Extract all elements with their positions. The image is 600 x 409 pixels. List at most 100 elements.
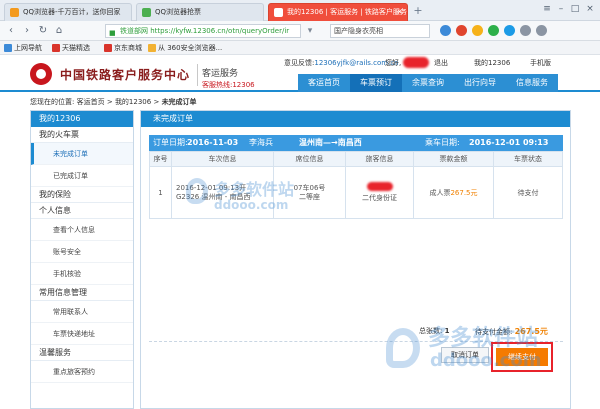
- nav-home[interactable]: 客运首页: [298, 74, 350, 92]
- row-status: 待支付: [493, 166, 563, 219]
- order-date-label: 订单日期:: [153, 138, 188, 147]
- globe-icon: [4, 44, 12, 52]
- sidebar: 我的12306 我的火车票 未完成订单 已完成订单 我的保险 个人信息 查看个人…: [30, 110, 134, 409]
- bookmarks-bar: 上网导航 天猫精选 京东商城 从 360安全浏览器...: [0, 41, 600, 55]
- extension-icon[interactable]: [456, 25, 467, 36]
- maximize-icon[interactable]: □: [568, 3, 582, 15]
- booker-name: 李海兵: [249, 138, 273, 147]
- departure-label: 乘车日期:: [425, 138, 460, 147]
- settings-icon[interactable]: [536, 25, 547, 36]
- folder-icon: [148, 44, 156, 52]
- breadcrumb-current: 未完成订单: [161, 98, 197, 106]
- sidebar-item-finished-orders[interactable]: 已完成订单: [31, 165, 133, 187]
- watermark-url: ddooo.com: [214, 198, 289, 212]
- table-header-row: 序号 车次信息 席位信息 旅客信息 票款金额 车票状态: [149, 151, 563, 167]
- jd-icon: [104, 44, 112, 52]
- redacted-username: [403, 57, 429, 68]
- brand-divider: [197, 64, 198, 86]
- row-passenger-info: 二代身份证: [345, 166, 414, 219]
- watermark-logo-icon: [186, 178, 208, 204]
- route: 温州南—→南昌西: [299, 138, 362, 147]
- sidebar-item-delivery-address[interactable]: 车票快递地址: [31, 323, 133, 345]
- sidebar-item-unfinished-orders[interactable]: 未完成订单: [31, 143, 133, 165]
- watermark-text: 多多软件站: [214, 180, 295, 199]
- col-seat: 席位信息: [273, 151, 346, 167]
- redacted-passenger-name: [366, 182, 393, 191]
- sidebar-section-common-info[interactable]: 常用信息管理: [31, 285, 133, 301]
- tab-qq-home[interactable]: QQ浏览器-千万百计，送你回家: [4, 3, 132, 21]
- departure-time: 2016-12-01 09:13: [469, 138, 549, 147]
- watermark-logo-icon-large: [386, 328, 420, 368]
- order-summary-bar: 订单日期: 2016-11-03 李海兵 温州南—→南昌西 乘车日期: 2016…: [149, 135, 563, 151]
- breadcrumb: 您现在的位置: 客运首页 > 我的12306 > 未完成订单: [30, 98, 197, 106]
- panel-title: 未完成订单: [141, 111, 570, 127]
- close-tab-icon[interactable]: ×: [396, 7, 403, 16]
- sidebar-title[interactable]: 我的12306: [31, 111, 133, 127]
- cloud-icon[interactable]: [504, 25, 515, 36]
- sidebar-section-personal[interactable]: 个人信息: [31, 203, 133, 219]
- sidebar-item-priority-passenger[interactable]: 重点旅客预约: [31, 361, 133, 383]
- sidebar-item-contacts[interactable]: 常用联系人: [31, 301, 133, 323]
- tab-12306-active[interactable]: 我的12306 | 客运服务 | 铁路客户服务 ×: [268, 3, 408, 21]
- tab-qq-tickets[interactable]: QQ浏览器抢票: [136, 3, 264, 21]
- bookmark-nav[interactable]: 上网导航: [4, 43, 42, 53]
- tmall-icon: [52, 44, 60, 52]
- col-train: 车次信息: [171, 151, 274, 167]
- dropdown-arrow-icon[interactable]: ▾: [303, 24, 317, 38]
- home-icon[interactable]: ⌂: [52, 24, 66, 38]
- col-passenger: 旅客信息: [345, 151, 414, 167]
- hotline-text: 客服热线:12306: [202, 81, 255, 89]
- row-fare: 成人票267.5元: [413, 166, 494, 219]
- bookmark-jd[interactable]: 京东商城: [104, 43, 142, 53]
- my-12306-link[interactable]: 我的12306: [474, 58, 510, 68]
- chat-icon[interactable]: [488, 25, 499, 36]
- sidebar-item-phone-verify[interactable]: 手机核验: [31, 263, 133, 285]
- url-field[interactable]: ■ 铁道部网 https://kyfw.12306.cn/otn/queryOr…: [105, 24, 301, 38]
- sidebar-item-view-profile[interactable]: 查看个人信息: [31, 219, 133, 241]
- order-date: 2016-11-03: [187, 138, 239, 147]
- minimize-icon[interactable]: –: [554, 3, 568, 15]
- lock-icon: ■: [109, 29, 116, 37]
- new-tab-button[interactable]: +: [410, 4, 426, 18]
- col-fare: 票款金额: [413, 151, 494, 167]
- nav-info-service[interactable]: 信息服务: [506, 74, 558, 92]
- col-status: 车票状态: [493, 151, 563, 167]
- back-icon[interactable]: ‹: [4, 24, 18, 38]
- download-icon[interactable]: [520, 25, 531, 36]
- col-index: 序号: [149, 151, 172, 167]
- breadcrumb-my12306[interactable]: 我的12306: [115, 98, 151, 106]
- browser-tab-strip: QQ浏览器-千万百计，送你回家 QQ浏览器抢票 我的12306 | 客运服务 |…: [0, 0, 600, 21]
- bookmark-tmall[interactable]: 天猫精选: [52, 43, 90, 53]
- search-engine-icon[interactable]: [440, 25, 451, 36]
- watermark-text-large: 多多软件站: [428, 326, 539, 351]
- order-table: 序号 车次信息 席位信息 旅客信息 票款金额 车票状态 1 2016-12-01…: [149, 151, 563, 219]
- row-index: 1: [149, 166, 172, 219]
- address-bar-row: ‹ › ↻ ⌂ ■ 铁道部网 https://kyfw.12306.cn/otn…: [0, 21, 600, 41]
- bookmark-360[interactable]: 从 360安全浏览器...: [148, 43, 222, 53]
- forward-icon[interactable]: ›: [20, 24, 34, 38]
- close-window-icon[interactable]: ×: [583, 3, 597, 15]
- nav-booking[interactable]: 车票预订: [350, 74, 402, 92]
- nav-remaining-tickets[interactable]: 余票查询: [402, 74, 454, 92]
- greeting-text: 您好,: [385, 59, 402, 67]
- sidebar-section-care-service[interactable]: 温馨服务: [31, 345, 133, 361]
- railway-tab-icon: [274, 8, 283, 17]
- main-nav: 客运首页 车票预订 余票查询 出行向导 信息服务: [298, 74, 558, 92]
- sidebar-section-insurance[interactable]: 我的保险: [31, 187, 133, 203]
- table-row: 1 2016-12-01 09:13开 G2326 温州南 - 南昌西 07车0…: [149, 166, 563, 219]
- nav-travel-guide[interactable]: 出行向导: [454, 74, 506, 92]
- mobile-version-link[interactable]: 手机版: [530, 58, 551, 68]
- refresh-icon[interactable]: ↻: [36, 24, 50, 38]
- sidebar-item-account-security[interactable]: 账号安全: [31, 241, 133, 263]
- menu-icon[interactable]: ≡: [540, 3, 554, 15]
- breadcrumb-home[interactable]: 客运首页: [77, 98, 105, 106]
- sidebar-section-tickets[interactable]: 我的火车票: [31, 127, 133, 143]
- favorites-icon[interactable]: [472, 25, 483, 36]
- watermark-url-large: ddooo.com: [430, 350, 542, 371]
- qq-ticket-icon: [142, 8, 151, 17]
- brand-title: 中国铁路客户服务中心: [60, 68, 191, 82]
- railway-logo: [30, 63, 52, 85]
- logout-link[interactable]: 退出: [434, 58, 448, 68]
- feedback-info: 意见反馈:12306yjfk@rails.com.cn: [284, 59, 399, 67]
- search-input[interactable]: 国产隐身衣亮相: [330, 24, 430, 38]
